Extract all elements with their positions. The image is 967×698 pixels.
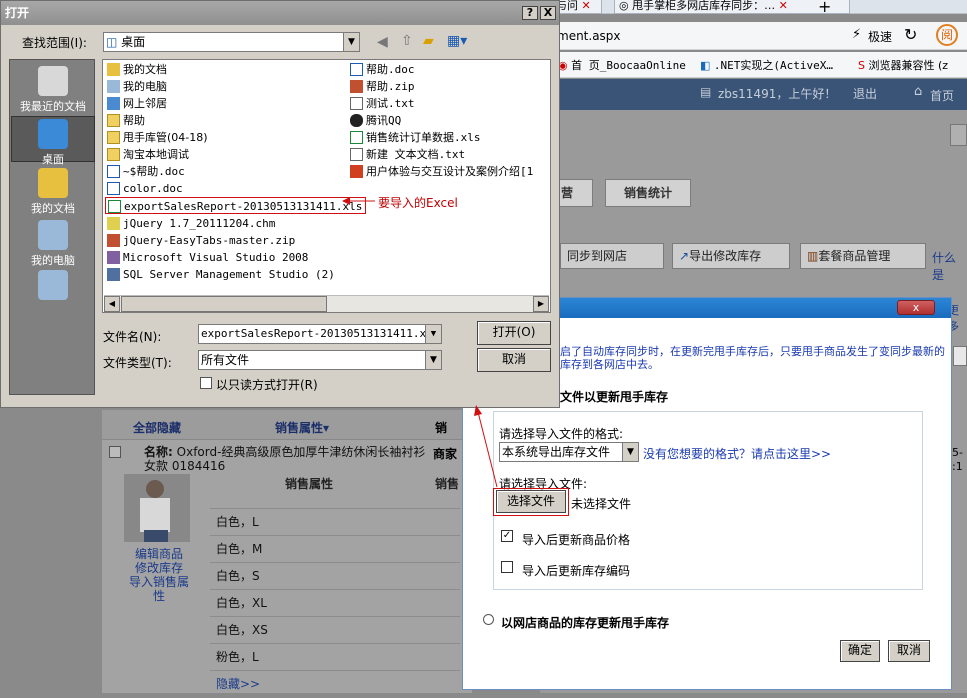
annotation-arrows: [342, 197, 498, 488]
arrow-head: [474, 405, 482, 416]
arrow-head: [342, 197, 350, 205]
annotation-arrow: [477, 411, 498, 488]
